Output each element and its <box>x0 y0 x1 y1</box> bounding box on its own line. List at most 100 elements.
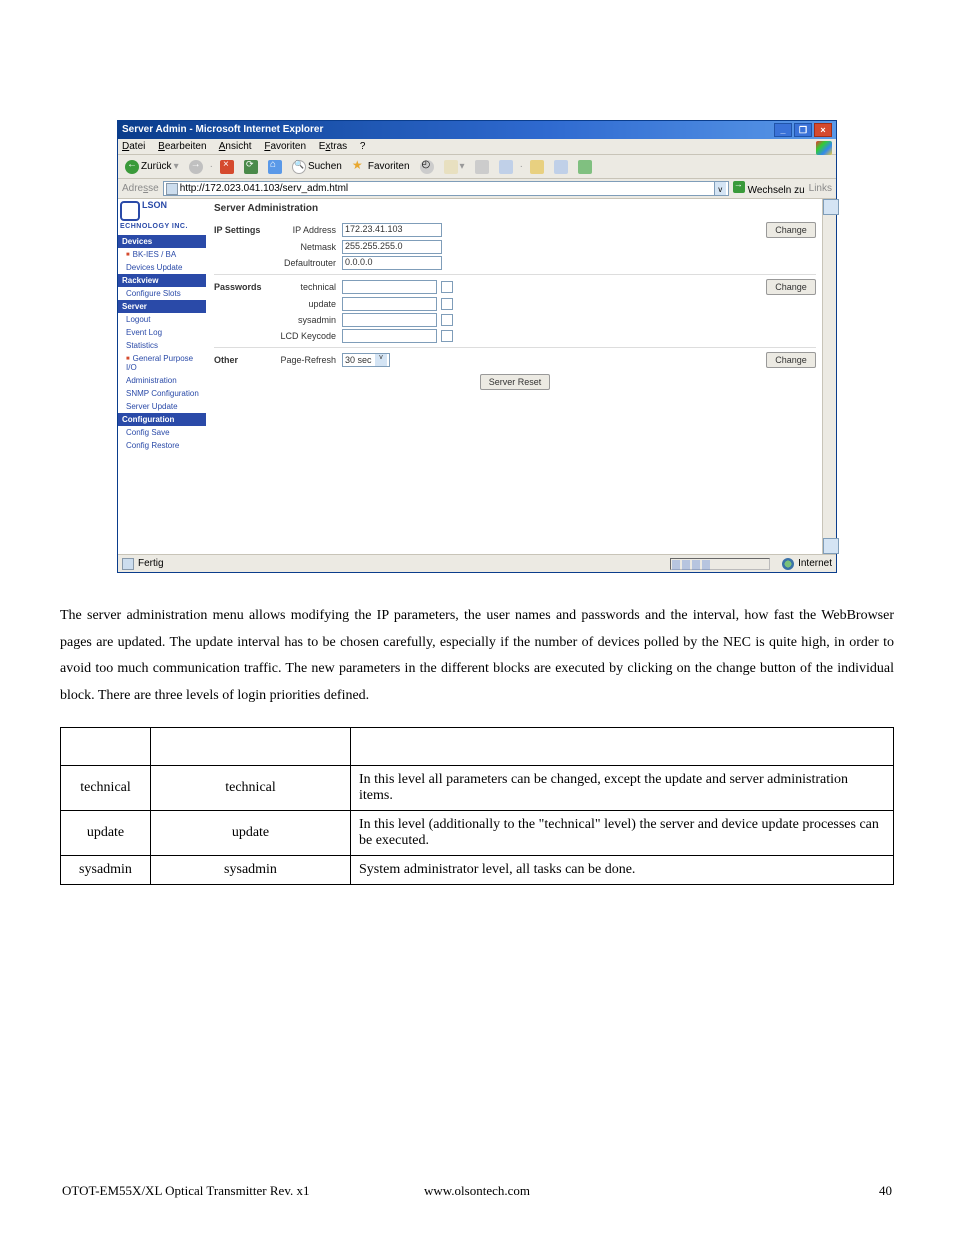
history-button[interactable] <box>417 159 437 175</box>
pw-lcd-label: LCD Keycode <box>272 331 342 341</box>
nav-statistics[interactable]: Statistics <box>118 339 206 352</box>
refresh-select[interactable]: 30 sec v <box>342 353 390 367</box>
pw-sysadmin-input[interactable] <box>342 313 437 327</box>
footer-left: OTOT-EM55X/XL Optical Transmitter Rev. x… <box>62 1183 339 1199</box>
nav-snmp[interactable]: SNMP Configuration <box>118 387 206 400</box>
nav-gpio[interactable]: General Purpose I/O <box>118 352 206 374</box>
search-icon <box>292 160 306 174</box>
refresh-button[interactable] <box>241 159 261 175</box>
sidebar: LSONECHNOLOGY INC. Devices BK-IES / BA D… <box>118 199 206 554</box>
netmask-input[interactable]: 255.255.255.0 <box>342 240 442 254</box>
status-text: Fertig <box>138 558 164 569</box>
other-change-button[interactable]: Change <box>766 352 816 368</box>
server-reset-button[interactable]: Server Reset <box>480 374 550 390</box>
pw-technical-input[interactable] <box>342 280 437 294</box>
url-input[interactable]: http://172.023.041.103/serv_adm.html v <box>163 181 729 196</box>
browser-content: LSONECHNOLOGY INC. Devices BK-IES / BA D… <box>118 199 836 554</box>
go-button[interactable]: Wechseln zu <box>733 181 805 196</box>
stop-button[interactable] <box>217 159 237 175</box>
scrollbar[interactable] <box>822 199 836 554</box>
menu-datei[interactable]: DDateiatei <box>122 141 145 152</box>
content-pane: Server Administration IP Settings IP Add… <box>206 199 836 554</box>
pw-sysadmin-checkbox[interactable] <box>441 314 453 326</box>
pw-technical-checkbox[interactable] <box>441 281 453 293</box>
menu-extras[interactable]: Extras <box>319 141 347 152</box>
menu-ansicht[interactable]: Ansicht <box>219 141 252 152</box>
menubar[interactable]: DDateiatei Bearbeiten Ansicht Favoriten … <box>118 139 836 155</box>
pw-lcd-input[interactable] <box>342 329 437 343</box>
toolbar: Zurück ▾ · Suchen Favoriten ▾ · <box>118 155 836 179</box>
search-button[interactable]: Suchen <box>289 159 345 175</box>
edit-button[interactable] <box>496 159 516 175</box>
table-row: sysadmin sysadmin System administrator l… <box>61 856 894 885</box>
forward-button[interactable] <box>186 159 206 175</box>
nav-config-restore[interactable]: Config Restore <box>118 439 206 452</box>
close-button[interactable]: × <box>814 123 832 137</box>
home-button[interactable] <box>265 159 285 175</box>
footer-center: www.olsontech.com <box>339 1183 616 1199</box>
print-icon <box>475 160 489 174</box>
body-text: The server administration menu allows mo… <box>60 603 894 709</box>
folder-icon <box>530 160 544 174</box>
nav-eventlog[interactable]: Event Log <box>118 326 206 339</box>
back-button[interactable]: Zurück ▾ <box>122 159 182 175</box>
address-label: Adresse <box>122 183 159 194</box>
pw-lcd-checkbox[interactable] <box>441 330 453 342</box>
separator: · <box>210 161 213 172</box>
links-label[interactable]: Links <box>809 183 832 194</box>
login-levels-table: technical technical In this level all pa… <box>60 727 894 885</box>
ipaddr-input[interactable]: 172.23.41.103 <box>342 223 442 237</box>
messenger-icon <box>578 160 592 174</box>
group-pw: Passwords <box>214 282 272 292</box>
separator: · <box>520 161 523 172</box>
nav-administration[interactable]: Administration <box>118 374 206 387</box>
url-text: http://172.023.041.103/serv_adm.html <box>180 181 348 196</box>
print-button[interactable] <box>472 159 492 175</box>
status-page-icon <box>122 558 134 570</box>
pw-update-checkbox[interactable] <box>441 298 453 310</box>
nav-logout[interactable]: Logout <box>118 313 206 326</box>
discuss-button[interactable] <box>551 159 571 175</box>
nav-header-devices: Devices <box>118 235 206 248</box>
mail-button[interactable]: ▾ <box>441 159 468 175</box>
pw-update-input[interactable] <box>342 297 437 311</box>
windows-logo-icon <box>816 141 832 155</box>
maximize-button[interactable]: ❐ <box>794 123 812 137</box>
cell-pw: update <box>151 811 351 856</box>
table-row: update update In this level (additionall… <box>61 811 894 856</box>
router-label: Defaultrouter <box>272 258 342 268</box>
address-bar: Adresse http://172.023.041.103/serv_adm.… <box>118 179 836 199</box>
paragraph-1: The server administration menu allows mo… <box>60 603 894 709</box>
nav-config-save[interactable]: Config Save <box>118 426 206 439</box>
nav-bkies[interactable]: BK-IES / BA <box>118 248 206 261</box>
pw-change-button[interactable]: Change <box>766 279 816 295</box>
ip-change-button[interactable]: Change <box>766 222 816 238</box>
menu-hilfe[interactable]: ? <box>360 141 366 152</box>
refresh-label: Page-Refresh <box>272 355 342 365</box>
url-dropdown-icon[interactable]: v <box>714 182 726 195</box>
pw-technical-label: technical <box>272 282 342 292</box>
pw-update-label: update <box>272 299 342 309</box>
cell-desc: In this level all parameters can be chan… <box>351 766 894 811</box>
cell-pw: technical <box>151 766 351 811</box>
cell-desc: In this level (additionally to the "tech… <box>351 811 894 856</box>
menu-bearbeiten[interactable]: Bearbeiten <box>158 141 206 152</box>
cell-pw: sysadmin <box>151 856 351 885</box>
favorites-button[interactable]: Favoriten <box>349 159 413 175</box>
logo-icon <box>120 201 140 221</box>
ie-window: Server Admin - Microsoft Internet Explor… <box>117 120 837 573</box>
window-title: Server Admin - Microsoft Internet Explor… <box>122 121 772 139</box>
nav-server-update[interactable]: Server Update <box>118 400 206 413</box>
minimize-button[interactable]: _ <box>774 123 792 137</box>
page-heading: Server Administration <box>214 203 816 214</box>
messenger-button[interactable] <box>575 159 595 175</box>
router-input[interactable]: 0.0.0.0 <box>342 256 442 270</box>
folder-button[interactable] <box>527 159 547 175</box>
nav-header-rackview: Rackview <box>118 274 206 287</box>
home-icon <box>268 160 282 174</box>
menu-favoriten[interactable]: Favoriten <box>264 141 306 152</box>
statusbar: Fertig Internet <box>118 554 836 572</box>
nav-devices-update[interactable]: Devices Update <box>118 261 206 274</box>
group-other: Other <box>214 355 272 365</box>
nav-configure-slots[interactable]: Configure Slots <box>118 287 206 300</box>
